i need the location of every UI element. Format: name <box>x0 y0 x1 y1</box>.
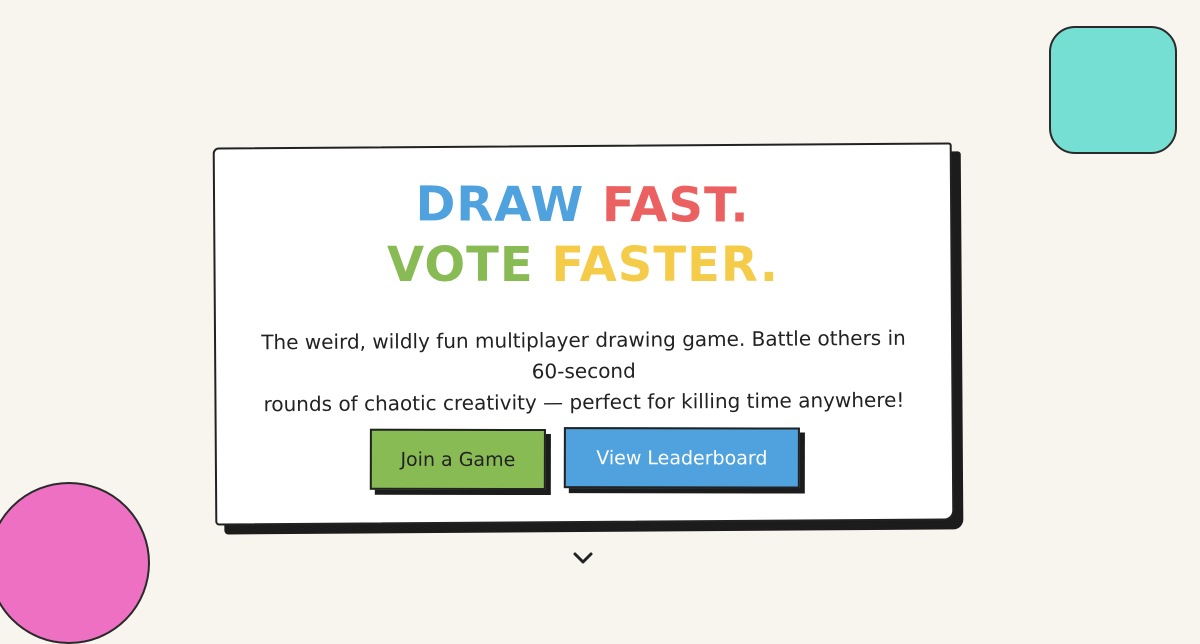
headline-word-draw: DRAW <box>415 176 585 234</box>
tagline: The weird, wildly fun multiplayer drawin… <box>256 323 912 421</box>
headline-line-2: VOTE FASTER. <box>216 237 951 293</box>
headline-line-1: DRAW FAST. <box>215 176 950 235</box>
headline-word-faster: FASTER. <box>551 237 780 294</box>
headline-word-vote: VOTE <box>387 237 534 294</box>
tagline-line-1: The weird, wildly fun multiplayer drawin… <box>261 325 906 384</box>
decorative-teal-square <box>1049 26 1177 154</box>
tagline-line-2: rounds of chaotic creativity — perfect f… <box>263 387 905 417</box>
join-game-button[interactable]: Join a Game <box>369 428 546 491</box>
hero-card: DRAW FAST. VOTE FASTER. The weird, wildl… <box>212 142 955 526</box>
chevron-down-icon[interactable] <box>570 545 596 571</box>
view-leaderboard-button[interactable]: View Leaderboard <box>563 427 800 489</box>
decorative-pink-circle <box>0 482 150 644</box>
headline-word-fast: FAST. <box>601 177 750 234</box>
